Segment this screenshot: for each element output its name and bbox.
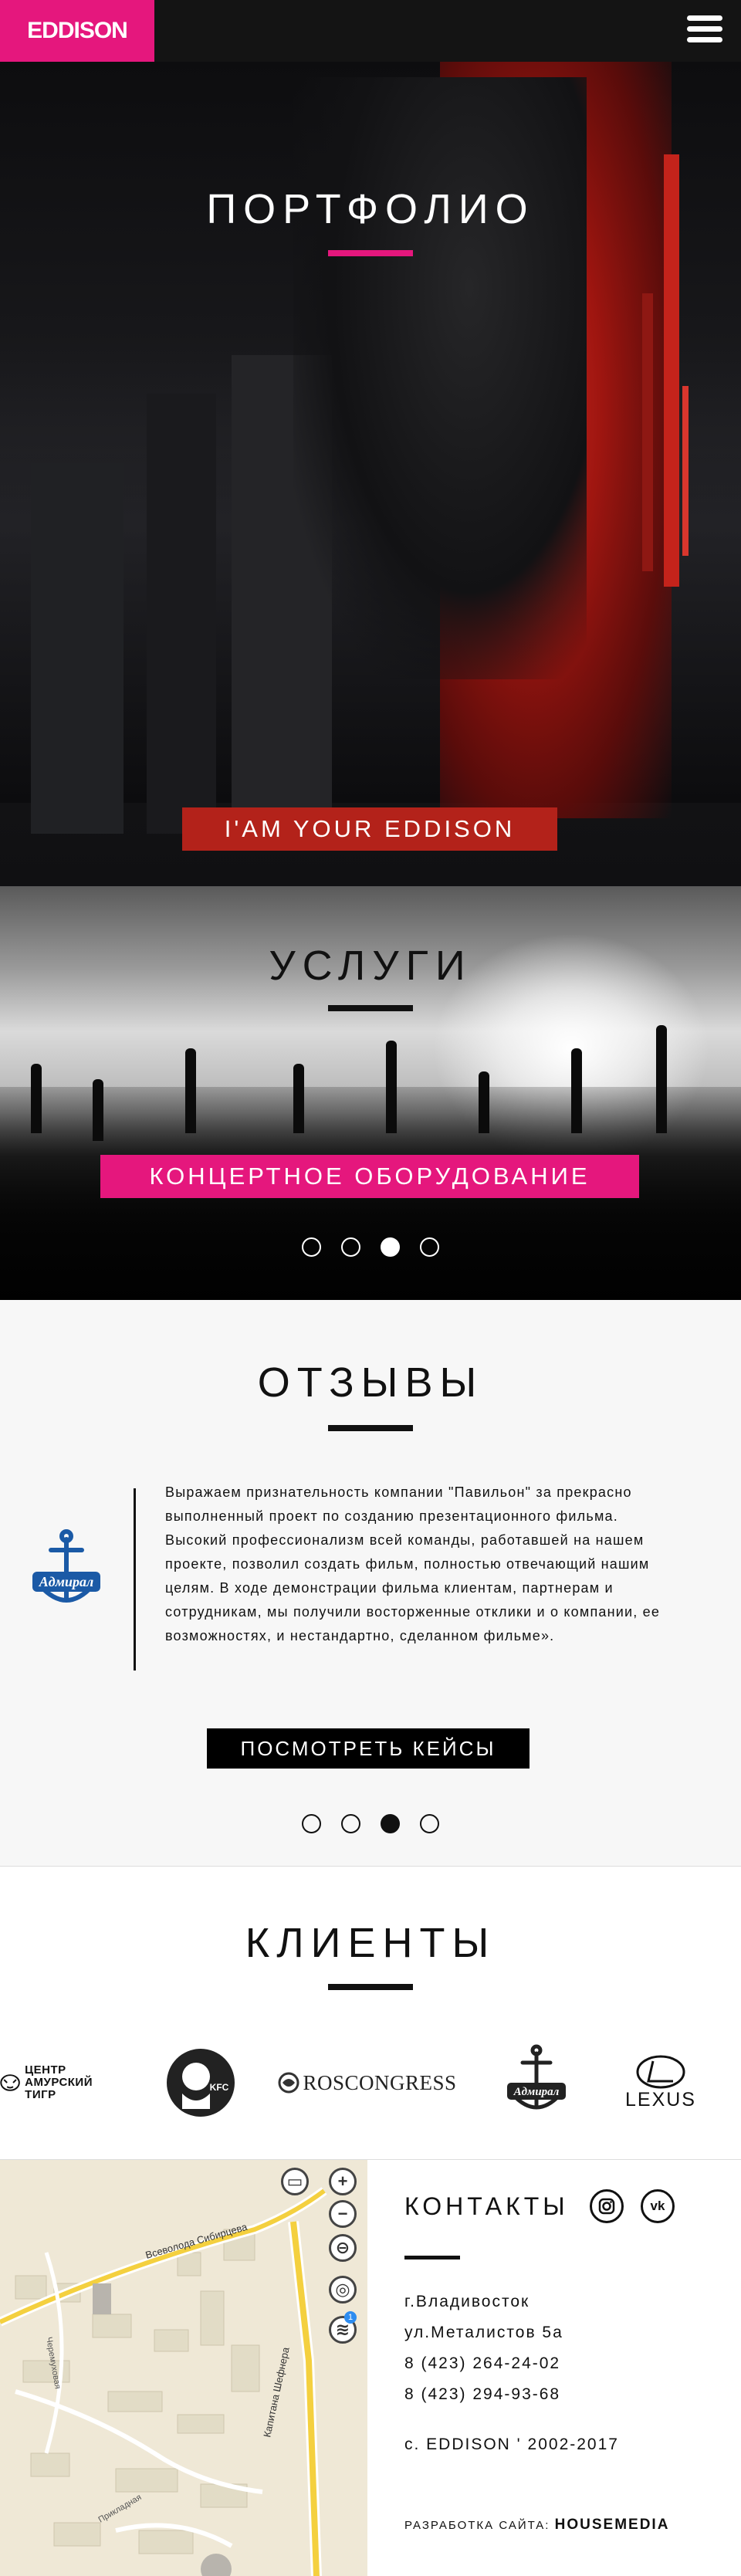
map-route-icon[interactable]: ⊖ [329,2234,357,2262]
menu-icon[interactable] [687,15,722,46]
title-underline [328,1005,413,1011]
services-slider-dots [302,1237,439,1257]
hero-building [147,394,216,834]
slider-dot[interactable] [302,1814,321,1833]
site-header: EDDISON [0,0,741,62]
tiger-icon [0,2074,20,2091]
reviews-slider-dots [302,1814,439,1833]
map-layers-icon[interactable]: ▭ [281,2168,309,2195]
review-text: Выражаем признательность компании "Павил… [165,1484,661,1643]
quote-divider [134,1488,136,1671]
slider-dot[interactable] [341,1814,360,1833]
hero-glitch-bar [682,386,689,556]
slider-dot[interactable] [420,1237,439,1257]
copyright: с. EDDISON ' 2002-2017 [404,2436,619,2453]
crowd-hand [293,1064,304,1133]
roscongress-icon [278,2072,299,2094]
portfolio-banner[interactable]: I'AM YOUR EDDISON [182,807,557,851]
contact-address: ул.Металистов 5а [404,2324,563,2341]
services-section: УСЛУГИ КОНЦЕРТНОЕ ОБОРУДОВАНИЕ [0,886,741,1300]
title-underline [328,1425,413,1431]
clients-section: КЛИЕНТЫ ЦЕНТР АМУРСКИЙ ТИГР KFC ROSCONGR… [0,1866,741,2159]
amur-tiger-label: ЦЕНТР АМУРСКИЙ ТИГР [25,2063,93,2101]
map-zoom-out-button[interactable]: − [329,2200,357,2228]
developer-credit: РАЗРАБОТКА САЙТА: HOUSEMEDIA [404,2517,669,2534]
contacts-underline [404,2256,460,2260]
developer-link[interactable]: HOUSEMEDIA [555,2517,670,2533]
crowd-hand [386,1041,397,1133]
crowd-hand [31,1064,42,1133]
lexus-label: LEXUS [625,2088,696,2111]
title-underline [328,250,413,256]
hero-building [31,463,124,834]
view-cases-button[interactable]: ПОСМОТРЕТЬ КЕЙСЫ [207,1728,530,1769]
services-title: УСЛУГИ [269,943,472,989]
client-lexus[interactable]: LEXUS [607,2044,715,2121]
slider-dot[interactable] [420,1814,439,1833]
clients-title: КЛИЕНТЫ [245,1920,496,1966]
map-zoom-in-button[interactable]: + [329,2168,357,2195]
client-admiral[interactable]: Адмирал [494,2044,579,2121]
portfolio-title: ПОРТФОЛИО [206,186,535,232]
contacts-title: КОНТАКТЫ [404,2192,569,2220]
client-kfc[interactable]: KFC [162,2044,239,2121]
crowd-hand [93,1079,103,1141]
contacts-panel: КОНТАКТЫ vk г.Владивосток ул.Металистов … [404,2160,729,2576]
svg-text:Адмирал: Адмирал [513,2086,560,2098]
map[interactable]: Всеволода Сибирцева Капитана Шефнера При… [0,2160,367,2576]
title-underline [328,1984,413,1990]
svg-text:KFC: KFC [210,2082,229,2093]
client-amur-tiger[interactable]: ЦЕНТР АМУРСКИЙ ТИГР [0,2044,93,2121]
hero-helmet-image [293,77,587,679]
instagram-icon[interactable] [590,2189,624,2223]
admiral-logo-text: Адмирал [39,1574,94,1589]
roscongress-label: ROSCONGRESS [303,2070,457,2094]
slider-dot[interactable] [302,1237,321,1257]
admiral-logo-icon: Адмирал [507,2044,566,2110]
kfc-logo-icon: KFC [167,2049,235,2117]
contact-phone-2[interactable]: 8 (423) 294-93-68 [404,2385,560,2404]
map-canvas: Всеволода Сибирцева Капитана Шефнера При… [0,2160,367,2576]
services-banner[interactable]: КОНЦЕРТНОЕ ОБОРУДОВАНИЕ [100,1155,639,1198]
hero-glitch-bar [642,293,653,571]
map-locate-icon[interactable]: ◎ [329,2276,357,2304]
logo[interactable]: EDDISON [0,0,154,62]
vk-icon[interactable]: vk [641,2189,675,2223]
contacts-section: Всеволода Сибирцева Капитана Шефнера При… [0,2159,741,2576]
crowd-hand [185,1048,196,1133]
lexus-logo-icon [636,2055,685,2088]
crowd-hand [656,1025,667,1133]
slider-dot[interactable] [341,1237,360,1257]
traffic-badge: 1 [344,2311,357,2324]
portfolio-section: ПОРТФОЛИО I'AM YOUR EDDISON [0,62,741,886]
reviews-section: ОТЗЫВЫ Адмирал Выражаем признательность … [0,1300,741,1866]
reviews-title: ОТЗЫВЫ [257,1359,484,1406]
contact-phone-1[interactable]: 8 (423) 264-24-02 [404,2354,560,2373]
crowd-hand [571,1048,582,1133]
crowd-hand [479,1071,489,1133]
developer-label: РАЗРАБОТКА САЙТА: [404,2519,550,2532]
contact-city: г.Владивосток [404,2293,530,2310]
admiral-logo-icon: Адмирал [32,1529,100,1603]
slider-dot-active[interactable] [381,1237,400,1257]
slider-dot-active[interactable] [381,1814,400,1833]
client-roscongress[interactable]: ROSCONGRESS [275,2044,460,2121]
